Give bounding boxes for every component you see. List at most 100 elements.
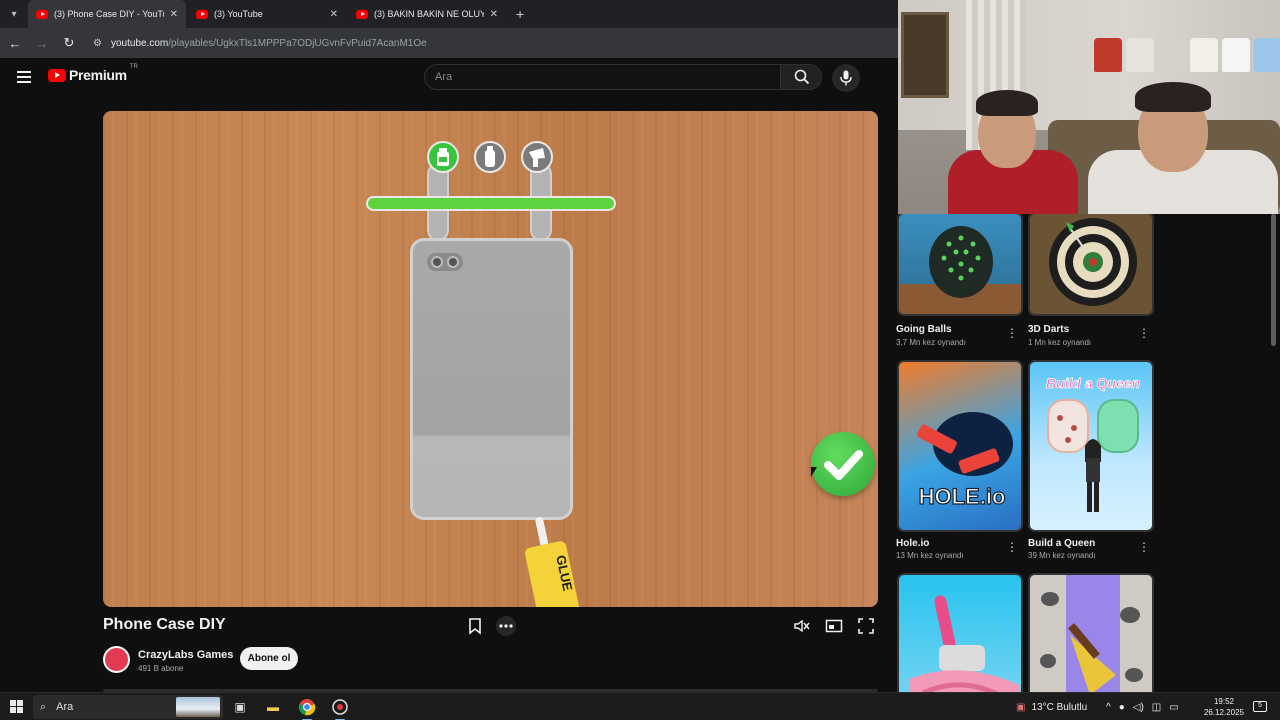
sidebar-scrollbar[interactable]: [1271, 214, 1276, 346]
forward-arrow-icon[interactable]: →: [30, 36, 54, 51]
reload-icon[interactable]: ↻: [57, 35, 81, 51]
logo-wordmark: Premium: [69, 67, 127, 83]
webcam-jersey: [1158, 38, 1186, 72]
webcam-person-left-hair: [976, 90, 1038, 116]
windows-taskbar: ⌕ Ara ▣ ▬ ▣ 13°C Bulutlu ^ ● ◁) ◫ ▭ 19:5…: [0, 692, 1280, 720]
card-more-icon[interactable]: ⋮: [1138, 541, 1150, 553]
card-title-hole-io[interactable]: Hole.io: [896, 538, 929, 549]
close-tab-icon[interactable]: ✕: [170, 9, 178, 20]
network-icon[interactable]: ◫: [1152, 702, 1161, 713]
progress-bar: [366, 196, 616, 211]
youtube-premium-logo[interactable]: Premium TR: [48, 64, 138, 83]
file-explorer-icon[interactable]: ▬: [263, 697, 283, 717]
microphone-icon: [840, 70, 852, 86]
game-title: Phone Case DIY: [103, 616, 226, 633]
search-box: [424, 64, 781, 90]
webcam-overlay: [898, 0, 1280, 214]
webcam-jersey: [1126, 38, 1154, 72]
battery-icon[interactable]: ▭: [1169, 702, 1178, 713]
mute-button[interactable]: [792, 616, 812, 636]
recording-app-icon[interactable]: [330, 697, 350, 720]
card-title-build-a-queen[interactable]: Build a Queen: [1028, 538, 1095, 549]
channel-avatar[interactable]: [103, 646, 130, 673]
glue-nozzle: [534, 516, 549, 548]
card-plays-hole-io: 13 Mn kez oynandı: [896, 551, 964, 560]
webcam-jersey: [1190, 38, 1218, 72]
youtube-favicon-icon: [196, 9, 208, 19]
weather-text: 13°C Bulutlu: [1031, 701, 1088, 713]
card-thumb-build-a-queen[interactable]: Build a Queen: [1028, 360, 1154, 532]
phone-case[interactable]: [410, 238, 573, 520]
webcam-jersey: [1254, 38, 1280, 72]
show-hidden-icons-icon[interactable]: ^: [1106, 702, 1111, 713]
spray-can-icon[interactable]: [474, 141, 506, 173]
glue-tube[interactable]: GLUE: [518, 513, 582, 607]
card-title-going-balls[interactable]: Going Balls: [896, 324, 952, 335]
card-thumb-hole-io[interactable]: HOLE.io: [897, 360, 1023, 532]
subscribe-button[interactable]: Abone ol: [240, 647, 298, 670]
youtube-favicon-icon: [356, 9, 368, 19]
weather-widget[interactable]: ▣ 13°C Bulutlu: [1016, 693, 1087, 720]
tab-youtube[interactable]: (3) YouTube ✕: [188, 0, 346, 28]
tab-bakin-bakin[interactable]: (3) BAKIN BAKIN NE OLUYOR? | ✕: [348, 0, 506, 28]
save-bookmark-button[interactable]: [465, 616, 485, 636]
taskbar-search-label: Ara: [56, 701, 74, 713]
webcam-jersey: [1222, 38, 1250, 72]
confirm-check-button[interactable]: [811, 432, 875, 496]
bookmark-icon: [469, 618, 481, 635]
notification-center-icon[interactable]: 5: [1253, 701, 1267, 712]
search-button[interactable]: [780, 64, 822, 90]
url-field[interactable]: youtube.com/playables/UgkxTls1MPPPa7ODjU…: [111, 38, 427, 49]
playable-game-canvas[interactable]: GLUE: [103, 111, 878, 607]
queen-thumb-text: Build a Queen: [1046, 375, 1140, 391]
card-more-icon[interactable]: ⋮: [1006, 327, 1018, 339]
card-plays-going-balls: 3,7 Mn kez oynandı: [896, 338, 966, 347]
card-thumb-cutting-game[interactable]: [1028, 573, 1154, 692]
clock[interactable]: 19:52 26.12.2025: [1198, 696, 1250, 718]
fullscreen-button[interactable]: [856, 616, 876, 636]
card-thumb-going-balls[interactable]: [897, 214, 1023, 316]
logo-region: TR: [129, 64, 138, 70]
youtube-favicon-icon: [36, 9, 48, 19]
card-more-icon[interactable]: ⋮: [1138, 327, 1150, 339]
close-tab-icon[interactable]: ✕: [490, 9, 498, 20]
hair-dryer-icon[interactable]: [521, 141, 553, 173]
menu-icon[interactable]: [17, 71, 31, 83]
search-input[interactable]: [425, 65, 780, 89]
playables-sidebar: Going Balls 3,7 Mn kez oynandı ⋮ 3D Dart…: [896, 214, 1266, 692]
theater-mode-button[interactable]: [824, 616, 844, 636]
search-highlight-image: [176, 697, 220, 717]
chrome-icon[interactable]: [297, 697, 317, 720]
card-plays-build-a-queen: 39 Mn kez oynandı: [1028, 551, 1096, 560]
theater-icon: [825, 619, 843, 633]
glue-bottle-icon[interactable]: [427, 141, 459, 173]
card-thumb-3d-darts[interactable]: [1028, 214, 1154, 316]
volume-icon[interactable]: ◁): [1133, 702, 1144, 713]
task-view-icon[interactable]: ▣: [230, 697, 250, 717]
webcam-person-right-hair: [1135, 82, 1211, 112]
card-more-icon[interactable]: ⋮: [1006, 541, 1018, 553]
more-options-button[interactable]: [496, 616, 516, 636]
search-icon: ⌕: [40, 700, 47, 713]
card-title-3d-darts[interactable]: 3D Darts: [1028, 324, 1069, 335]
channel-subscriber-count: 491 B abone: [138, 664, 184, 673]
site-info-icon[interactable]: ⚙: [93, 38, 107, 49]
channel-name[interactable]: CrazyLabs Games: [138, 649, 233, 661]
youtube-logo-icon: [48, 68, 66, 82]
taskbar-search[interactable]: ⌕ Ara: [33, 695, 223, 719]
webcam-picture-frame: [901, 12, 949, 98]
card-thumb-roller-game[interactable]: [897, 573, 1023, 692]
search-icon: [794, 69, 810, 85]
voice-search-button[interactable]: [832, 64, 860, 92]
checkmark-icon: [824, 450, 863, 480]
windows-start-icon[interactable]: [10, 700, 23, 713]
muted-speaker-icon: [794, 619, 810, 633]
back-arrow-icon[interactable]: ←: [3, 36, 27, 51]
microphone-icon[interactable]: ●: [1119, 702, 1125, 713]
mouse-cursor-icon: [811, 467, 817, 477]
new-tab-button[interactable]: +: [516, 6, 524, 22]
close-tab-icon[interactable]: ✕: [330, 9, 338, 20]
tab-search-chevron-icon[interactable]: ▾: [0, 9, 28, 20]
tab-title: (3) BAKIN BAKIN NE OLUYOR? |: [374, 9, 484, 19]
tab-phone-case-diy[interactable]: (3) Phone Case DIY - YouTube ✕: [28, 0, 186, 28]
